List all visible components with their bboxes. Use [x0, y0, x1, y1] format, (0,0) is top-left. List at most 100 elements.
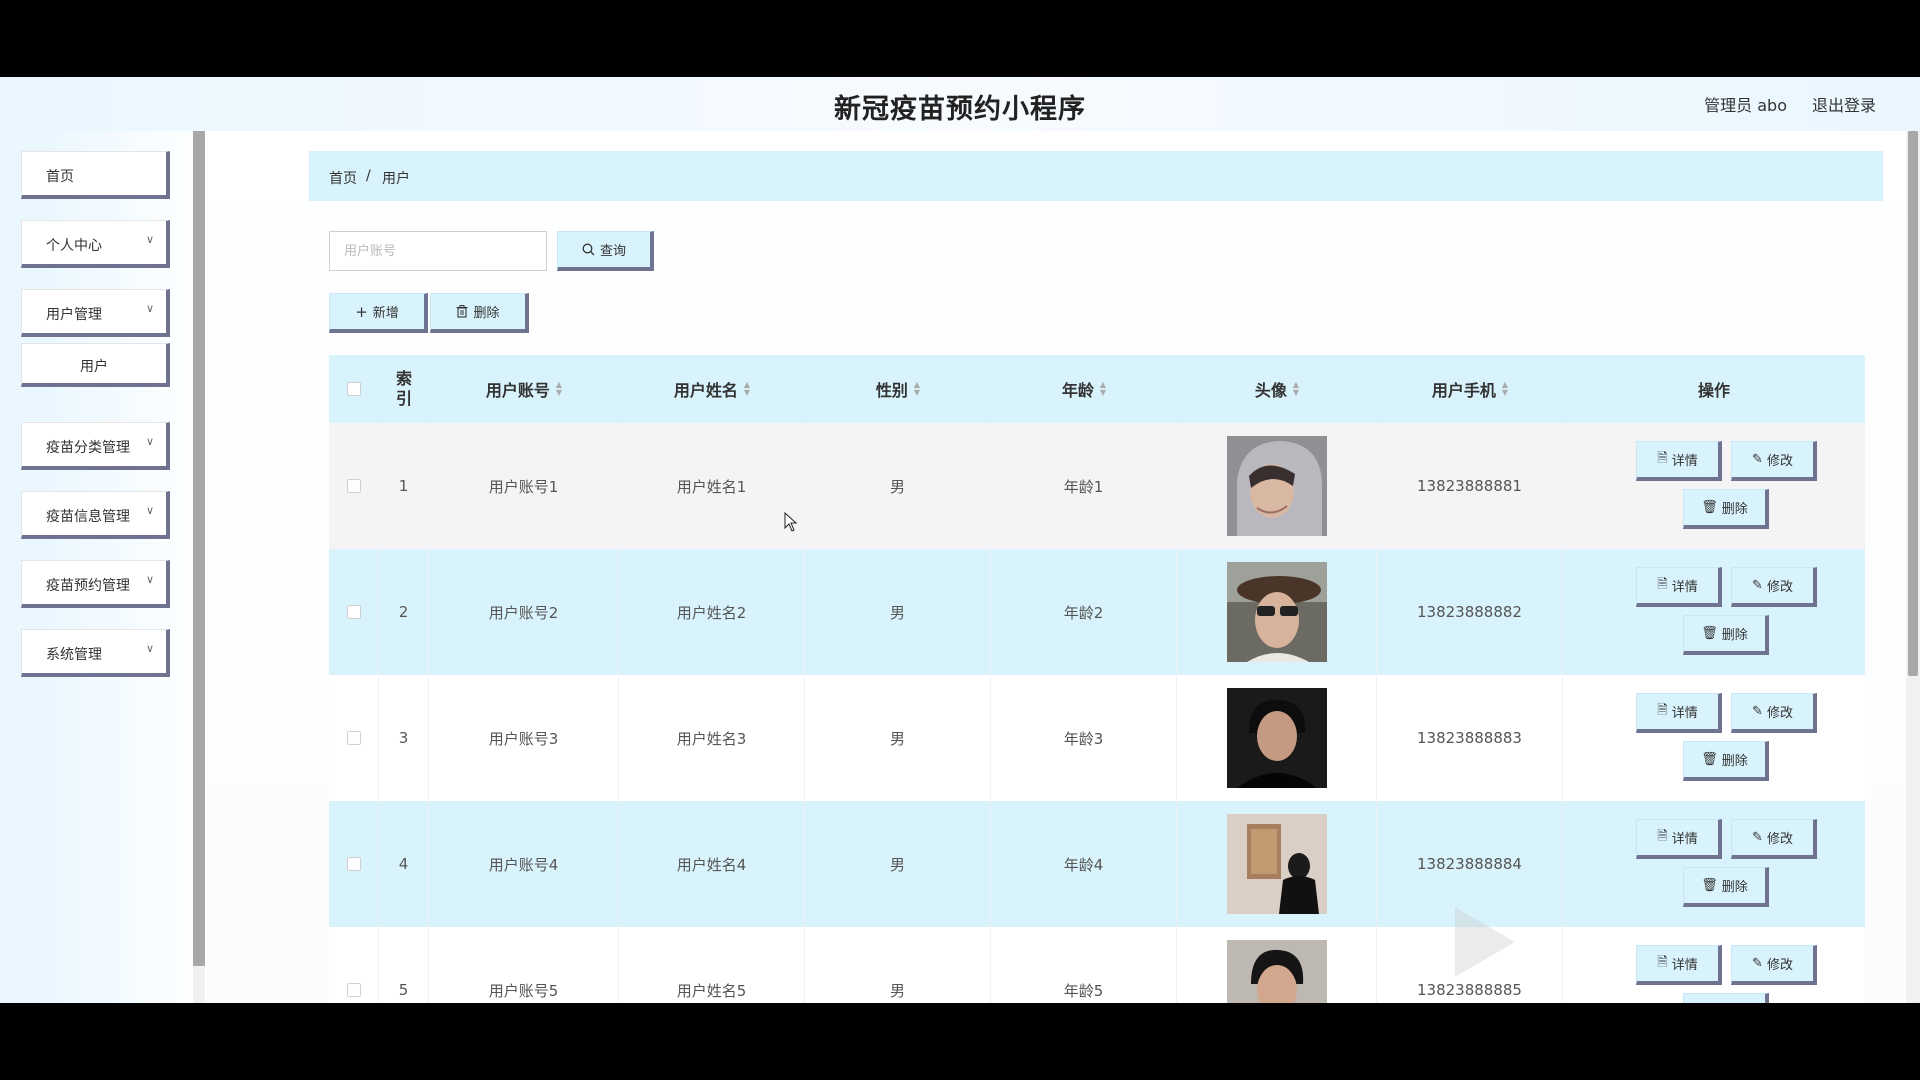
header-name[interactable]: 用户姓名 ▲ ▼	[619, 355, 805, 423]
batch-delete-label: 删除	[473, 306, 500, 321]
avatar	[1226, 562, 1327, 662]
trash-icon: 🗑	[1701, 752, 1718, 767]
cell-account: 用户账号1	[429, 423, 619, 549]
trash-icon	[456, 305, 468, 318]
sort-icon[interactable]: ▲ ▼	[556, 381, 562, 397]
sidebar-item-vaccine-info[interactable]: 疫苗信息管理 ∨	[21, 491, 170, 539]
edit-button[interactable]: ✎ 修改	[1731, 441, 1817, 481]
row-checkbox[interactable]	[346, 605, 361, 619]
header-avatar[interactable]: 头像 ▲ ▼	[1177, 355, 1377, 423]
cell-name: 用户姓名1	[619, 423, 805, 549]
sidebar-item-label: 首页	[46, 169, 74, 185]
sidebar-item-label: 个人中心	[46, 238, 102, 254]
table-header: 索 引 用户账号 ▲ ▼ 用户姓名 ▲ ▼ 性别 ▲ ▼ 年龄 ▲ ▼ 头像 ▲ ▼ 用户手机 ▲ ▼ …	[329, 355, 1865, 423]
edit-button[interactable]: ✎ 修改	[1731, 693, 1817, 733]
chevron-down-icon: ∨	[145, 504, 154, 517]
sidebar-scrollbar[interactable]	[193, 131, 205, 1003]
sidebar-item-label: 疫苗分类管理	[46, 440, 130, 456]
detail-button[interactable]: 🗎 详情	[1636, 567, 1722, 607]
sort-icon[interactable]: ▲ ▼	[1100, 381, 1106, 397]
pencil-icon: ✎	[1752, 704, 1763, 719]
search-button-label: 查询	[599, 244, 626, 259]
table-row[interactable]: 3 用户账号3 用户姓名3 男 年龄3 13823888883 🗎 详情 ✎ 修改 …	[329, 675, 1865, 801]
header-phone[interactable]: 用户手机 ▲ ▼	[1377, 355, 1563, 423]
main-scroll-thumb[interactable]	[1908, 131, 1918, 676]
header-account[interactable]: 用户账号 ▲ ▼	[429, 355, 619, 423]
sidebar-item-personal-center[interactable]: 个人中心 ∨	[21, 220, 170, 268]
delete-button[interactable]: 🗑删除	[1683, 867, 1769, 907]
sidebar-item-home[interactable]: 首页	[21, 151, 170, 199]
edit-button[interactable]: ✎ 修改	[1731, 819, 1817, 859]
cell-account: 用户账号2	[429, 549, 619, 675]
table-row[interactable]: 1 用户账号1 用户姓名1 男 年龄1 13823888881 🗎 详情 ✎ 修改 …	[329, 423, 1865, 549]
add-button[interactable]: + 新增	[329, 293, 428, 333]
document-icon: 🗎	[1657, 576, 1668, 592]
sort-icon[interactable]: ▲ ▼	[914, 381, 920, 397]
cell-index: 1	[379, 423, 429, 549]
sidebar-item-user-management[interactable]: 用户管理 ∨	[21, 289, 170, 337]
breadcrumb-current: 用户	[382, 171, 410, 187]
chevron-down-icon: ∨	[145, 573, 154, 586]
document-icon: 🗎	[1657, 702, 1668, 718]
delete-button[interactable]: 🗑删除	[1683, 741, 1769, 781]
row-checkbox[interactable]	[346, 857, 361, 871]
cell-name: 用户姓名2	[619, 549, 805, 675]
sort-icon[interactable]: ▲ ▼	[1502, 381, 1508, 397]
chevron-down-icon: ∨	[145, 233, 154, 246]
header-ops: 操作	[1697, 381, 1730, 400]
cell-age: 年龄5	[991, 927, 1177, 1003]
add-button-label: 新增	[372, 306, 399, 321]
sidebar-item-vaccine-booking[interactable]: 疫苗预约管理 ∨	[21, 560, 170, 608]
cell-account: 用户账号5	[429, 927, 619, 1003]
user-info: 管理员 abo	[1704, 96, 1787, 115]
table-row[interactable]: 2 用户账号2 用户姓名2 男 年龄2 13823888882 🗎 详情 ✎ 修改 …	[329, 549, 1865, 675]
cell-name: 用户姓名3	[619, 675, 805, 801]
app-title: 新冠疫苗预约小程序	[834, 94, 1086, 125]
row-checkbox[interactable]	[346, 731, 361, 745]
logout-link[interactable]: 退出登录	[1812, 92, 1876, 116]
top-header: 新冠疫苗预约小程序 管理员 abo 退出登录	[0, 77, 1920, 131]
cell-index: 5	[379, 927, 429, 1003]
sidebar-item-label: 用户管理	[46, 307, 102, 323]
batch-delete-button[interactable]: 删除	[430, 293, 529, 333]
sidebar-subitem-user[interactable]: 用户	[21, 343, 170, 387]
chevron-down-icon: ∨	[145, 642, 154, 655]
search-icon	[582, 243, 595, 256]
detail-button[interactable]: 🗎 详情	[1636, 693, 1722, 733]
delete-button[interactable]: 🗑删除	[1683, 615, 1769, 655]
row-checkbox[interactable]	[346, 983, 361, 997]
delete-button[interactable]: 🗑删除	[1683, 489, 1769, 529]
edit-button[interactable]: ✎ 修改	[1731, 567, 1817, 607]
header-age[interactable]: 年龄 ▲ ▼	[991, 355, 1177, 423]
trash-icon: 🗑	[1701, 500, 1718, 515]
avatar	[1226, 688, 1327, 788]
sidebar-item-label: 疫苗信息管理	[46, 509, 130, 525]
plus-icon: +	[355, 302, 368, 321]
header-index: 索 引	[395, 369, 412, 408]
main-scrollbar[interactable]	[1906, 131, 1920, 1003]
sidebar-item-vaccine-category[interactable]: 疫苗分类管理 ∨	[21, 422, 170, 470]
avatar	[1226, 940, 1327, 1003]
sort-icon[interactable]: ▲ ▼	[744, 381, 750, 397]
header-gender[interactable]: 性别 ▲ ▼	[805, 355, 991, 423]
sidebar-scroll-thumb[interactable]	[193, 131, 205, 966]
detail-button[interactable]: 🗎 详情	[1636, 441, 1722, 481]
sidebar-item-system[interactable]: 系统管理 ∨	[21, 629, 170, 677]
breadcrumb-separator: /	[366, 168, 371, 184]
chevron-down-icon: ∨	[145, 435, 154, 448]
select-all-checkbox[interactable]	[347, 382, 361, 396]
chevron-down-icon: ∨	[145, 302, 154, 315]
detail-button[interactable]: 🗎 详情	[1636, 819, 1722, 859]
cell-index: 4	[379, 801, 429, 927]
avatar	[1226, 814, 1327, 914]
cell-account: 用户账号4	[429, 801, 619, 927]
cell-account: 用户账号3	[429, 675, 619, 801]
row-checkbox[interactable]	[346, 479, 361, 493]
sort-icon[interactable]: ▲ ▼	[1293, 381, 1299, 397]
video-watermark-icon	[1455, 907, 1515, 977]
search-input[interactable]	[329, 231, 547, 271]
breadcrumb-home[interactable]: 首页	[329, 168, 357, 188]
cell-phone: 13823888882	[1377, 549, 1563, 675]
search-button[interactable]: 查询	[557, 231, 654, 271]
cell-age: 年龄4	[991, 801, 1177, 927]
